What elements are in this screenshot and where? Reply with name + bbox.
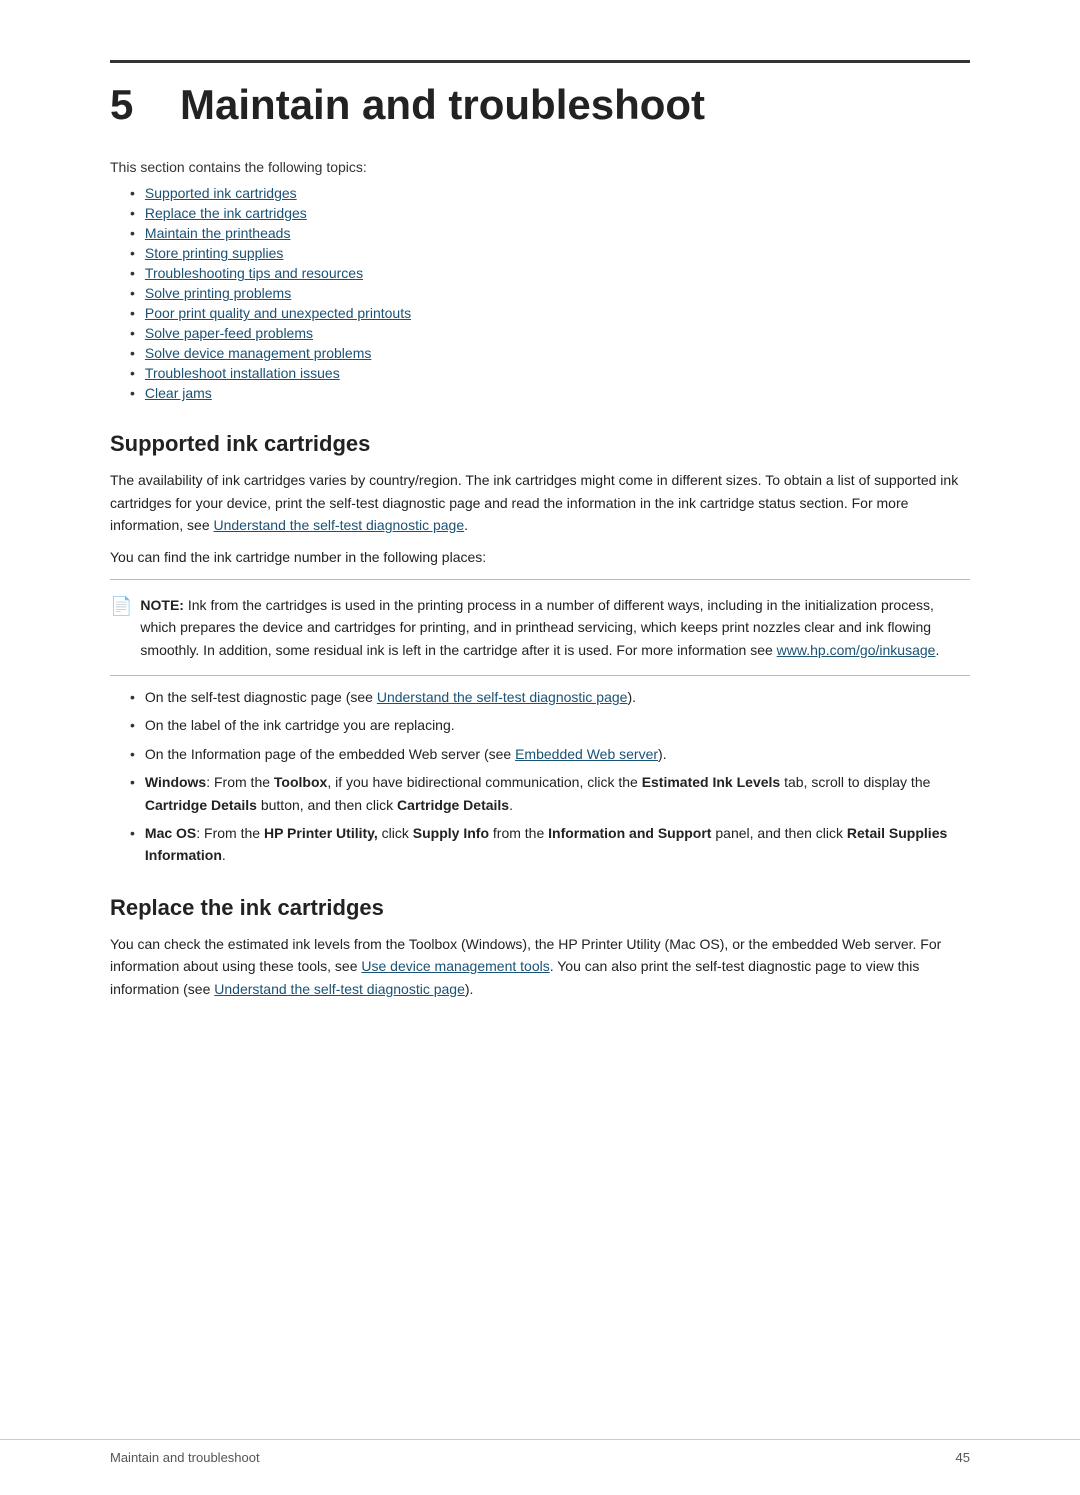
list-item: Solve paper-feed problems: [130, 325, 970, 341]
intro-text: This section contains the following topi…: [110, 159, 970, 175]
list-item: Store printing supplies: [130, 245, 970, 261]
toc-link-store-supplies[interactable]: Store printing supplies: [145, 245, 284, 261]
list-item: Poor print quality and unexpected printo…: [130, 305, 970, 321]
list-item: Supported ink cartridges: [130, 185, 970, 201]
macos-bold: Mac OS: [145, 825, 196, 841]
chapter-header: 5 Maintain and troubleshoot: [110, 60, 970, 129]
list-item: Replace the ink cartridges: [130, 205, 970, 221]
supported-ink-para2: You can find the ink cartridge number in…: [110, 546, 970, 568]
bullet-1-text: On the self-test diagnostic page (see Un…: [145, 686, 636, 708]
supply-info-bold: Supply Info: [413, 825, 489, 841]
inkusage-link[interactable]: www.hp.com/go/inkusage: [777, 642, 936, 658]
toolbox-bold: Toolbox: [274, 774, 327, 790]
list-item: Maintain the printheads: [130, 225, 970, 241]
hp-printer-utility-bold: HP Printer Utility,: [264, 825, 378, 841]
toc-link-poor-print-quality[interactable]: Poor print quality and unexpected printo…: [145, 305, 411, 321]
bullet-5-text: Mac OS: From the HP Printer Utility, cli…: [145, 822, 970, 867]
note-content: NOTE: Ink from the cartridges is used in…: [140, 594, 970, 661]
page-content: 5 Maintain and troubleshoot This section…: [0, 0, 1080, 1090]
device-management-tools-link[interactable]: Use device management tools: [361, 958, 549, 974]
list-item: Troubleshooting tips and resources: [130, 265, 970, 281]
note-icon: 📄: [110, 596, 132, 617]
section-supported-ink: Supported ink cartridges The availabilit…: [110, 431, 970, 866]
self-test-link-3[interactable]: Understand the self-test diagnostic page: [214, 981, 465, 997]
footer-right: 45: [956, 1450, 970, 1465]
estimated-ink-bold: Estimated Ink Levels: [642, 774, 781, 790]
information-support-bold: Information and Support: [548, 825, 711, 841]
list-item: On the label of the ink cartridge you ar…: [130, 714, 970, 736]
list-item: Solve printing problems: [130, 285, 970, 301]
page-footer: Maintain and troubleshoot 45: [0, 1439, 1080, 1465]
toc-link-solve-paper-feed[interactable]: Solve paper-feed problems: [145, 325, 313, 341]
chapter-title-text: Maintain and troubleshoot: [180, 81, 705, 128]
bullet-4-text: Windows: From the Toolbox, if you have b…: [145, 771, 970, 816]
cartridge-details-bold-2: Cartridge Details: [397, 797, 509, 813]
toc-link-solve-device-mgmt[interactable]: Solve device management problems: [145, 345, 371, 361]
footer-left: Maintain and troubleshoot: [110, 1450, 260, 1465]
windows-bold: Windows: [145, 774, 206, 790]
list-item: Windows: From the Toolbox, if you have b…: [130, 771, 970, 816]
divider-top: [110, 579, 970, 580]
list-item: Solve device management problems: [130, 345, 970, 361]
replace-ink-para1-end: ).: [465, 981, 474, 997]
self-test-link-1[interactable]: Understand the self-test diagnostic page: [214, 517, 465, 533]
section-heading-replace-ink: Replace the ink cartridges: [110, 895, 970, 921]
note-end: .: [935, 642, 939, 658]
bullet-list-ink-locations: On the self-test diagnostic page (see Un…: [130, 686, 970, 867]
list-item: On the Information page of the embedded …: [130, 743, 970, 765]
bullet-3-text: On the Information page of the embedded …: [145, 743, 667, 765]
section-replace-ink: Replace the ink cartridges You can check…: [110, 895, 970, 1000]
toc-link-maintain-printheads[interactable]: Maintain the printheads: [145, 225, 291, 241]
embedded-web-server-link[interactable]: Embedded Web server: [515, 746, 658, 762]
list-item: On the self-test diagnostic page (see Un…: [130, 686, 970, 708]
section-heading-supported-ink: Supported ink cartridges: [110, 431, 970, 457]
toc-link-troubleshoot-installation[interactable]: Troubleshoot installation issues: [145, 365, 340, 381]
cartridge-details-bold-1: Cartridge Details: [145, 797, 257, 813]
bullet-2-text: On the label of the ink cartridge you ar…: [145, 714, 455, 736]
list-item: Troubleshoot installation issues: [130, 365, 970, 381]
supported-ink-para1: The availability of ink cartridges varie…: [110, 469, 970, 536]
toc-link-troubleshooting-tips[interactable]: Troubleshooting tips and resources: [145, 265, 363, 281]
toc-link-replace-ink[interactable]: Replace the ink cartridges: [145, 205, 307, 221]
chapter-title: 5 Maintain and troubleshoot: [110, 81, 970, 129]
toc-list: Supported ink cartridges Replace the ink…: [130, 185, 970, 401]
toc-link-clear-jams[interactable]: Clear jams: [145, 385, 212, 401]
chapter-number: 5: [110, 81, 133, 128]
self-test-link-2[interactable]: Understand the self-test diagnostic page: [377, 689, 628, 705]
list-item: Clear jams: [130, 385, 970, 401]
toc-link-solve-printing[interactable]: Solve printing problems: [145, 285, 291, 301]
divider-bottom: [110, 675, 970, 676]
note-box: 📄 NOTE: Ink from the cartridges is used …: [110, 590, 970, 665]
note-label: NOTE:: [140, 597, 184, 613]
list-item: Mac OS: From the HP Printer Utility, cli…: [130, 822, 970, 867]
replace-ink-para1: You can check the estimated ink levels f…: [110, 933, 970, 1000]
supported-ink-para1-end: .: [464, 517, 468, 533]
toc-link-supported-ink[interactable]: Supported ink cartridges: [145, 185, 297, 201]
